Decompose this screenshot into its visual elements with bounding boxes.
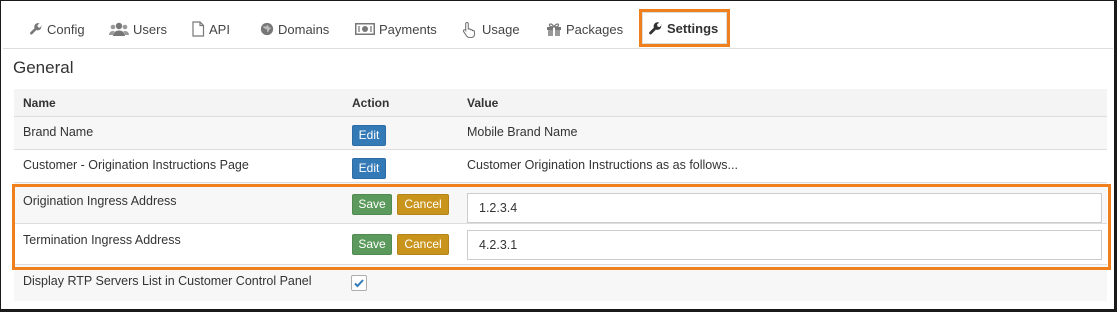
tab-domains[interactable]: Domains (260, 9, 329, 49)
row-name: Origination Ingress Address (23, 194, 177, 208)
gift-icon (546, 22, 562, 36)
tab-usage[interactable]: Usage (462, 9, 520, 49)
tab-payments[interactable]: Payments (355, 9, 437, 49)
save-button[interactable]: Save (352, 194, 392, 215)
row-name: Display RTP Servers List in Customer Con… (23, 274, 312, 288)
table-row: Termination Ingress Address Save Cancel (14, 223, 1107, 264)
tab-packages[interactable]: Packages (546, 9, 623, 49)
row-value: Mobile Brand Name (467, 125, 578, 139)
money-icon (355, 22, 375, 36)
tab-label: Packages (566, 21, 624, 37)
wrench-icon (648, 21, 663, 36)
app-frame: Config Users API Domains Payments Usage … (0, 0, 1117, 312)
tab-users[interactable]: Users (109, 9, 167, 49)
tab-label: Settings (667, 20, 719, 36)
row-value: Customer Origination Instructions as as … (467, 158, 738, 172)
origination-ingress-input[interactable] (467, 193, 1102, 223)
settings-table: Name Action Value Brand Name Edit Mobile… (14, 89, 1107, 301)
globe-icon (260, 22, 274, 36)
cancel-button[interactable]: Cancel (397, 234, 449, 255)
column-header-name: Name (23, 96, 56, 110)
tab-label: Payments (379, 21, 437, 37)
cancel-button[interactable]: Cancel (397, 194, 449, 215)
checkmark-icon (354, 279, 364, 288)
tab-settings[interactable]: Settings (639, 9, 730, 47)
column-header-value: Value (467, 96, 499, 110)
tab-label: Config (47, 21, 85, 37)
tab-label: Users (133, 21, 167, 37)
tab-label: Domains (278, 21, 330, 37)
row-name: Brand Name (23, 125, 94, 139)
table-row: Customer - Origination Instructions Page… (14, 149, 1107, 182)
termination-ingress-input[interactable] (467, 230, 1102, 260)
edit-button[interactable]: Edit (352, 125, 386, 146)
row-name: Termination Ingress Address (23, 233, 181, 247)
file-icon (191, 21, 205, 37)
save-button[interactable]: Save (352, 234, 392, 255)
wrench-icon (29, 22, 43, 36)
table-row: Display RTP Servers List in Customer Con… (14, 264, 1107, 301)
edit-button[interactable]: Edit (352, 158, 386, 179)
tab-label: API (209, 21, 230, 37)
column-header-action: Action (352, 96, 390, 110)
tab-label: Usage (482, 21, 520, 37)
tab-config[interactable]: Config (29, 9, 85, 49)
section-title: General (13, 58, 74, 77)
display-rtp-servers-checkbox[interactable] (351, 275, 367, 291)
users-icon (109, 22, 129, 36)
row-name: Customer - Origination Instructions Page (23, 158, 249, 172)
tab-bar: Config Users API Domains Payments Usage … (3, 3, 1113, 49)
table-header: Name Action Value (14, 89, 1107, 116)
table-row: Brand Name Edit Mobile Brand Name (14, 116, 1107, 149)
tab-api[interactable]: API (191, 9, 230, 49)
hand-pointer-icon (462, 21, 478, 38)
table-row: Origination Ingress Address Save Cancel (14, 182, 1107, 223)
